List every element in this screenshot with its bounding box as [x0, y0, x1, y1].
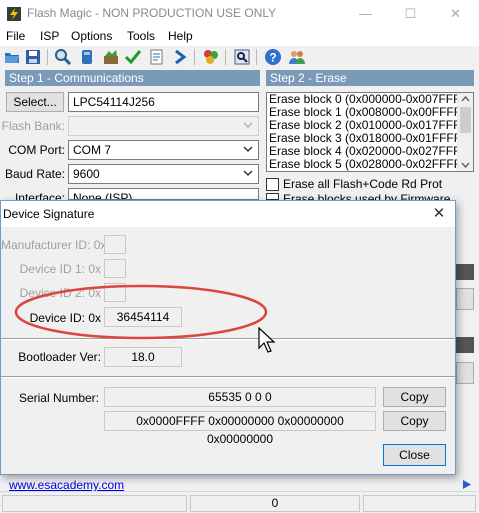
esacademy-link[interactable]: www.esacademy.com	[9, 478, 124, 492]
hidden-button-fragment[interactable]	[456, 362, 474, 384]
baud-rate-value: 9600	[73, 167, 100, 181]
verify-icon[interactable]	[124, 48, 142, 66]
copy-hex-button[interactable]: Copy	[383, 411, 446, 431]
mouse-cursor-icon	[258, 326, 276, 353]
dialog-title-bar: Device Signature ✕	[1, 201, 455, 227]
chevron-down-icon	[243, 170, 253, 177]
status-value: 0	[271, 496, 279, 510]
baud-rate-label: Baud Rate:	[4, 167, 65, 181]
serial-number-label: Serial Number:	[18, 391, 99, 405]
menu-help[interactable]: Help	[168, 29, 193, 43]
close-button[interactable]: Close	[383, 444, 446, 466]
erase-used-checkbox[interactable]	[266, 193, 279, 200]
scrollbar-thumb[interactable]	[460, 107, 471, 133]
highlight-ellipse	[14, 284, 268, 340]
open-icon[interactable]	[3, 48, 21, 66]
erase-block-list[interactable]: Erase block 0 (0x000000-0x007FFF) Erase …	[266, 92, 474, 172]
serial-hex-value: 0x0000FFFF 0x00000000 0x00000000 0x00000…	[104, 411, 376, 446]
step2-heading: Step 2 - Erase	[266, 70, 474, 86]
close-window-button[interactable]: ✕	[433, 0, 478, 27]
search-icon[interactable]	[54, 48, 72, 66]
device-signature-dialog: Device Signature ✕ Manufacturer ID: 0x D…	[0, 200, 456, 475]
device-field[interactable]: LPC54114J256	[68, 92, 259, 112]
interface-combo[interactable]: None (ISP)	[68, 188, 259, 200]
status-progress	[363, 495, 476, 512]
status-panel	[2, 495, 187, 512]
device-id1-label: Device ID 1: 0x	[19, 262, 101, 276]
flash-bank-combo	[68, 116, 259, 136]
device-id1-value	[104, 259, 126, 278]
play-arrow-icon[interactable]	[462, 479, 472, 490]
chevron-down-icon	[243, 122, 253, 129]
status-counter: 0	[190, 495, 360, 512]
chevron-up-icon[interactable]	[461, 95, 470, 103]
find-icon[interactable]	[233, 48, 251, 66]
menu-isp[interactable]: ISP	[40, 29, 59, 43]
list-item[interactable]: Erase block 5 (0x028000-0x02FFFF)	[267, 158, 473, 171]
com-port-label: COM Port:	[8, 143, 65, 157]
erase-icon[interactable]	[78, 48, 96, 66]
step1-heading: Step 1 - Communications	[5, 70, 260, 86]
manufacturer-id-value	[104, 235, 126, 254]
compare-icon[interactable]	[202, 48, 220, 66]
dialog-title: Device Signature	[3, 207, 95, 221]
erase-used-label-clip: Erase blocks used by Firmware	[283, 192, 463, 200]
save-icon[interactable]	[24, 48, 42, 66]
help-icon[interactable]: ?	[264, 48, 282, 66]
com-port-value: COM 7	[73, 143, 112, 157]
maximize-button[interactable]: ☐	[388, 0, 433, 27]
start-icon[interactable]	[148, 48, 166, 66]
divider	[1, 376, 455, 378]
baud-rate-combo[interactable]: 9600	[68, 164, 259, 184]
toolbar-separator	[194, 49, 195, 65]
toolbar-separator	[225, 49, 226, 65]
com-port-combo[interactable]: COM 7	[68, 140, 259, 160]
menu-tools[interactable]: Tools	[127, 29, 155, 43]
interface-value: None (ISP)	[73, 191, 133, 200]
bootloader-label: Bootloader Ver:	[18, 350, 101, 364]
select-device-button[interactable]: Select...	[6, 92, 64, 112]
chevron-down-icon	[243, 146, 253, 153]
next-icon[interactable]	[171, 48, 189, 66]
settings-icon[interactable]	[102, 48, 120, 66]
erase-all-label: Erase all Flash+Code Rd Prot	[283, 177, 443, 191]
step-heading-fragment	[456, 337, 474, 353]
flash-magic-logo-icon	[7, 7, 21, 21]
menu-file[interactable]: File	[6, 29, 25, 43]
serial-number-value: 65535 0 0 0	[104, 387, 376, 407]
flash-bank-label: Flash Bank:	[1, 119, 65, 133]
minimize-button[interactable]: —	[343, 0, 388, 27]
dialog-close-icon[interactable]: ✕	[429, 204, 449, 224]
toolbar-separator	[47, 49, 48, 65]
status-bar: 0	[0, 491, 479, 513]
erase-used-label: Erase blocks used by Firmware	[283, 192, 451, 200]
window-title: Flash Magic - NON PRODUCTION USE ONLY	[27, 6, 277, 20]
step-heading-fragment	[456, 264, 474, 280]
bootloader-value: 18.0	[104, 347, 182, 367]
copy-serial-button[interactable]: Copy	[383, 387, 446, 407]
menu-options[interactable]: Options	[71, 29, 112, 43]
manufacturer-id-label: Manufacturer ID: 0x	[1, 238, 107, 252]
users-icon[interactable]	[288, 48, 306, 66]
list-scrollbar[interactable]	[457, 93, 473, 171]
title-bar: Flash Magic - NON PRODUCTION USE ONLY — …	[0, 0, 479, 27]
toolbar-separator	[256, 49, 257, 65]
hidden-button-fragment[interactable]	[456, 288, 474, 310]
menu-bar: File ISP Options Tools Help	[0, 27, 479, 46]
svg-text:?: ?	[269, 51, 276, 65]
toolbar: ?	[0, 46, 479, 68]
chevron-down-icon[interactable]	[461, 161, 470, 169]
erase-all-checkbox[interactable]	[266, 178, 279, 191]
